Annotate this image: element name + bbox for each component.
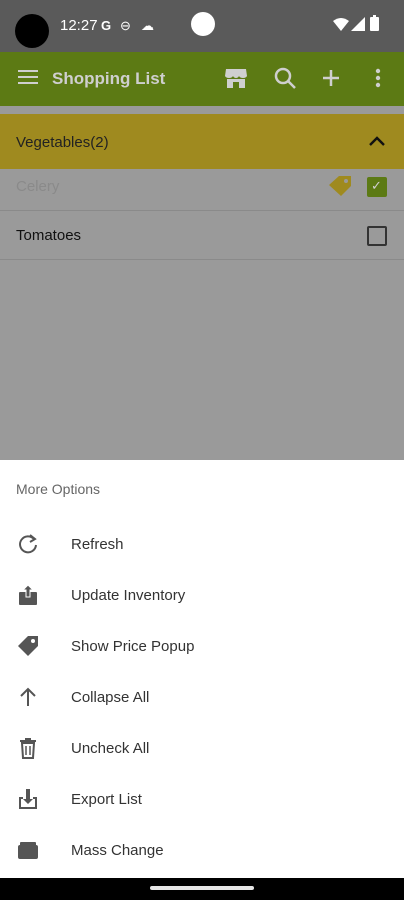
touch-indicator — [191, 12, 215, 36]
more-vert-icon[interactable] — [366, 66, 390, 90]
store-icon[interactable] — [224, 66, 248, 90]
option-label: Update Inventory — [71, 587, 186, 604]
search-icon[interactable] — [273, 66, 297, 90]
option-label: Refresh — [71, 536, 124, 553]
screen: 12:27 G ⊖ ☁ Shopping List Vegetables(2) — [0, 0, 404, 900]
list-item[interactable]: Tomatoes — [0, 211, 404, 260]
item-label: Celery — [16, 178, 60, 195]
item-checkbox[interactable] — [367, 226, 387, 246]
option-label: Export List — [71, 791, 142, 808]
download-icon — [19, 789, 37, 809]
wifi-icon — [333, 18, 349, 31]
trash-icon — [20, 738, 36, 759]
dnd-icon: ⊖ — [120, 18, 131, 33]
option-export-list[interactable]: Export List — [0, 774, 404, 825]
option-refresh[interactable]: Refresh — [0, 519, 404, 570]
item-label: Tomatoes — [16, 227, 82, 244]
navigation-bar — [0, 878, 404, 900]
add-icon[interactable] — [319, 66, 343, 90]
app-bar: Shopping List — [0, 52, 404, 106]
shopping-list: Vegetables(2) Celery Tomatoes — [0, 106, 404, 460]
cloud-icon: ☁ — [141, 18, 154, 33]
more-options-sheet: More Options Refresh Update Inventory Sh… — [0, 460, 404, 878]
option-collapse-all[interactable]: Collapse All — [0, 672, 404, 723]
menu-icon[interactable] — [18, 70, 38, 88]
google-icon: G — [101, 18, 112, 33]
status-time: 12:27 — [60, 17, 98, 34]
option-mass-change[interactable]: Mass Change — [0, 825, 404, 876]
status-bar: 12:27 G ⊖ ☁ — [0, 0, 404, 52]
option-label: Uncheck All — [71, 740, 150, 757]
option-uncheck-all[interactable]: Uncheck All — [0, 723, 404, 774]
app-title: Shopping List — [52, 69, 166, 88]
group-header-vegetables[interactable]: Vegetables(2) — [0, 114, 404, 169]
layers-icon — [18, 842, 38, 859]
option-label: Mass Change — [71, 842, 164, 859]
arrow-up-icon — [20, 687, 36, 706]
chevron-up-icon[interactable] — [368, 132, 386, 150]
option-label: Collapse All — [71, 689, 150, 706]
battery-icon — [370, 15, 379, 31]
item-checkbox[interactable] — [367, 177, 387, 197]
price-tag-icon[interactable] — [327, 175, 353, 197]
option-show-price-popup[interactable]: Show Price Popup — [0, 621, 404, 672]
sheet-title: More Options — [16, 481, 101, 497]
upload-icon — [19, 584, 37, 605]
camera-cutout — [15, 14, 49, 48]
option-update-inventory[interactable]: Update Inventory — [0, 570, 404, 621]
group-title: Vegetables(2) — [16, 134, 109, 151]
list-item[interactable]: Celery — [0, 162, 404, 211]
home-handle[interactable] — [150, 886, 254, 890]
signal-icon — [351, 17, 365, 31]
refresh-icon — [19, 534, 37, 554]
option-label: Show Price Popup — [71, 638, 195, 655]
price-tag-icon — [18, 636, 38, 656]
